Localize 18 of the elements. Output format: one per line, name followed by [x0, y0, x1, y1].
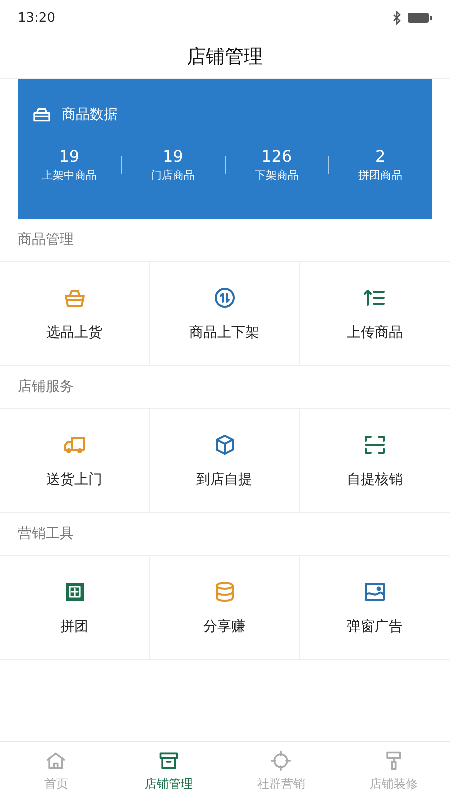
stat-value: 19: [59, 147, 80, 166]
battery-icon: [408, 12, 432, 24]
stat-label: 门店商品: [151, 168, 196, 183]
stat-value: 2: [376, 147, 386, 166]
bluetooth-icon: [392, 11, 402, 25]
section-title: 商品管理: [18, 231, 74, 249]
stat-value: 126: [262, 147, 292, 166]
page-title: 店铺管理: [187, 45, 263, 70]
target-icon: [270, 750, 292, 772]
stat-label: 上架中商品: [42, 168, 97, 183]
section-title: 营销工具: [18, 525, 74, 543]
stat-label: 下架商品: [254, 168, 299, 183]
stat-label: 拼团商品: [358, 168, 403, 183]
stat-value: 19: [162, 147, 184, 166]
status-time: 13:20: [18, 10, 56, 26]
section-title: 店铺服务: [18, 378, 74, 396]
up-down-arrows-icon: [212, 286, 236, 310]
card-title: 商品数据: [62, 106, 118, 124]
